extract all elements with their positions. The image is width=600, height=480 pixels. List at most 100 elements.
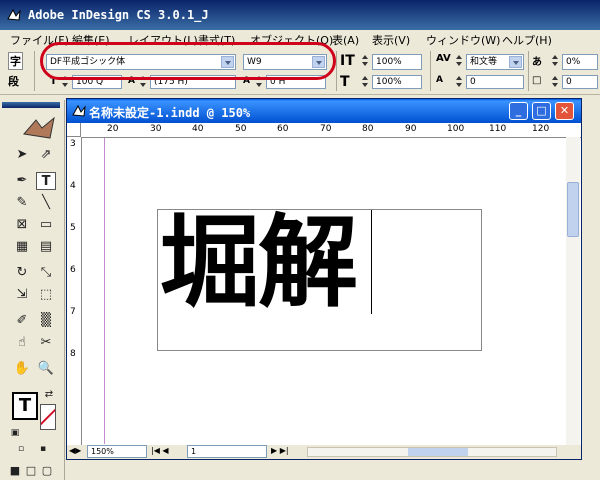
scale-tool-icon[interactable]: ⤡ — [36, 264, 56, 282]
frame-grid-tool-icon[interactable]: ▦ — [12, 238, 32, 256]
horizontal-ruler[interactable]: 20 30 40 50 60 70 80 90 100 110 120 — [81, 123, 581, 138]
document-titlebar[interactable]: 名称未設定-1.indd @ 150% _ □ ✕ — [67, 99, 581, 123]
pen-tool-icon[interactable]: ✒ — [12, 172, 32, 190]
text-cursor — [371, 210, 372, 314]
baseline-value: 0 — [470, 77, 476, 87]
aki-value: 0 — [566, 77, 572, 87]
separator — [336, 51, 337, 91]
next-page-icon[interactable]: ▶ ▶| — [271, 446, 289, 455]
close-button[interactable]: ✕ — [555, 102, 574, 120]
normal-view-icon[interactable]: ■ — [8, 462, 22, 480]
control-panel: 字 段 DF平成ゴシック体 W9 T 100 Q A (175 H) A 0 H… — [0, 42, 600, 95]
ruler-tick-label: 7 — [70, 307, 76, 317]
ruler-tick-label: 6 — [70, 265, 76, 275]
button-tool-icon[interactable]: ☝ — [12, 334, 32, 352]
menu-table[interactable]: 表(A) — [332, 32, 359, 48]
preview-mode-icon[interactable]: □ — [24, 462, 38, 480]
rectangle-frame-tool-icon[interactable]: ⊠ — [12, 216, 32, 234]
ruler-tick-label: 4 — [70, 181, 76, 191]
paragraph-mode-button[interactable]: 段 — [8, 73, 19, 89]
bleed-mode-icon[interactable]: ▢ — [40, 462, 54, 480]
document-window: 名称未設定-1.indd @ 150% _ □ ✕ 20 30 40 50 60… — [66, 98, 582, 460]
nav-arrows-icon[interactable]: ◀▶ — [69, 446, 81, 455]
page-number-value: 1 — [191, 447, 197, 456]
ruler-tick-label: 30 — [150, 124, 162, 134]
zoom-value: 150% — [91, 447, 114, 456]
baseline-icon: A — [436, 75, 443, 85]
direct-selection-tool-icon[interactable]: ⇗ — [36, 146, 56, 164]
free-transform-tool-icon[interactable]: ⬚ — [36, 286, 56, 304]
vscale-spinner[interactable] — [362, 54, 370, 68]
tools-panel-header[interactable] — [2, 102, 60, 108]
aki-spinner[interactable] — [552, 75, 560, 89]
ruler-tick-label: 100 — [447, 124, 465, 134]
document-title: 名称未設定-1.indd @ 150% — [89, 106, 251, 120]
ruler-tick-label: 5 — [70, 223, 76, 233]
ruler-tick-label: 8 — [70, 349, 76, 359]
selection-tool-icon[interactable]: ➤ — [12, 146, 32, 164]
separator — [430, 51, 431, 91]
vertical-ruler[interactable]: 3 4 5 6 7 8 — [67, 137, 82, 447]
indesign-doc-icon — [72, 104, 86, 117]
menu-window[interactable]: ウィンドウ(W) — [426, 32, 500, 48]
horizontal-scrollbar[interactable] — [307, 447, 557, 457]
frame-text[interactable]: 堀解 — [160, 208, 358, 318]
fill-swatch-icon[interactable]: T — [12, 392, 38, 420]
ruler-tick-label: 3 — [70, 139, 76, 149]
tsume-icon: あ — [532, 57, 542, 68]
zoom-field[interactable]: 150% — [87, 445, 147, 458]
aki-field[interactable]: 0 — [562, 75, 598, 89]
swap-colors-icon[interactable]: ⇄ — [42, 386, 56, 404]
zoom-tool-icon[interactable]: 🔍 — [36, 360, 56, 378]
kerning-dropdown[interactable]: 和文等 — [466, 54, 524, 70]
ruler-tick-label: 70 — [320, 124, 332, 134]
tsume-spinner[interactable] — [552, 54, 560, 68]
apply-color-icon[interactable]: ▫ — [14, 440, 28, 458]
ruler-tick-label: 120 — [532, 124, 550, 134]
horizontal-scale-field[interactable]: 100% — [372, 75, 422, 89]
type-tool-icon[interactable]: T — [36, 172, 56, 190]
aki-icon: □ — [532, 75, 542, 86]
ruler-origin[interactable] — [67, 123, 81, 137]
page-canvas[interactable]: 堀解 — [82, 138, 566, 444]
ruler-tick-label: 50 — [235, 124, 247, 134]
hscale-spinner[interactable] — [362, 75, 370, 89]
ruler-tick-label: 80 — [362, 124, 374, 134]
character-mode-button[interactable]: 字 — [8, 52, 23, 70]
hscale-value: 100% — [376, 77, 402, 87]
line-tool-icon[interactable]: ╲ — [36, 194, 56, 212]
chevron-down-icon[interactable] — [509, 56, 522, 68]
prev-page-icon[interactable]: |◀ ◀ — [151, 446, 169, 455]
menu-help[interactable]: ヘルプ(H) — [502, 32, 552, 48]
page-number-field[interactable]: 1 — [187, 445, 267, 458]
menu-view[interactable]: 表示(V) — [372, 32, 410, 48]
indesign-app-icon — [7, 8, 21, 21]
margin-guide — [104, 138, 105, 444]
shear-tool-icon[interactable]: ⇲ — [12, 286, 32, 304]
indesign-logo-icon — [23, 116, 55, 139]
horizontal-scrollbar-thumb[interactable] — [408, 448, 468, 456]
separator — [528, 51, 529, 91]
baseline-spinner[interactable] — [456, 75, 464, 89]
vertical-scrollbar[interactable] — [566, 137, 580, 447]
stroke-swatch-icon[interactable] — [40, 404, 56, 430]
pencil-tool-icon[interactable]: ✎ — [12, 194, 32, 212]
hand-tool-icon[interactable]: ✋ — [12, 360, 32, 378]
tools-panel: ➤ ⇗ ✒ T ✎ ╲ ⊠ ▭ ▦ ▤ ↻ ⤡ ⇲ ⬚ ✐ ▒ ☝ ✂ ✋ 🔍 … — [0, 100, 65, 480]
grid-tool-icon[interactable]: ▤ — [36, 238, 56, 256]
rectangle-tool-icon[interactable]: ▭ — [36, 216, 56, 234]
minimize-button[interactable]: _ — [509, 102, 528, 120]
gradient-tool-icon[interactable]: ▒ — [36, 312, 56, 330]
eyedropper-tool-icon[interactable]: ✐ — [12, 312, 32, 330]
scissors-tool-icon[interactable]: ✂ — [36, 334, 56, 352]
apply-none-icon[interactable]: ▪ — [36, 440, 50, 458]
ruler-tick-label: 40 — [192, 124, 204, 134]
tsume-field[interactable]: 0% — [562, 54, 598, 70]
rotate-tool-icon[interactable]: ↻ — [12, 264, 32, 282]
kerning-spinner[interactable] — [456, 54, 464, 68]
vertical-scale-field[interactable]: 100% — [372, 54, 422, 70]
maximize-button[interactable]: □ — [532, 102, 551, 120]
ruler-tick-label: 60 — [277, 124, 289, 134]
scrollbar-thumb[interactable] — [567, 182, 579, 237]
baseline-field[interactable]: 0 — [466, 75, 524, 89]
